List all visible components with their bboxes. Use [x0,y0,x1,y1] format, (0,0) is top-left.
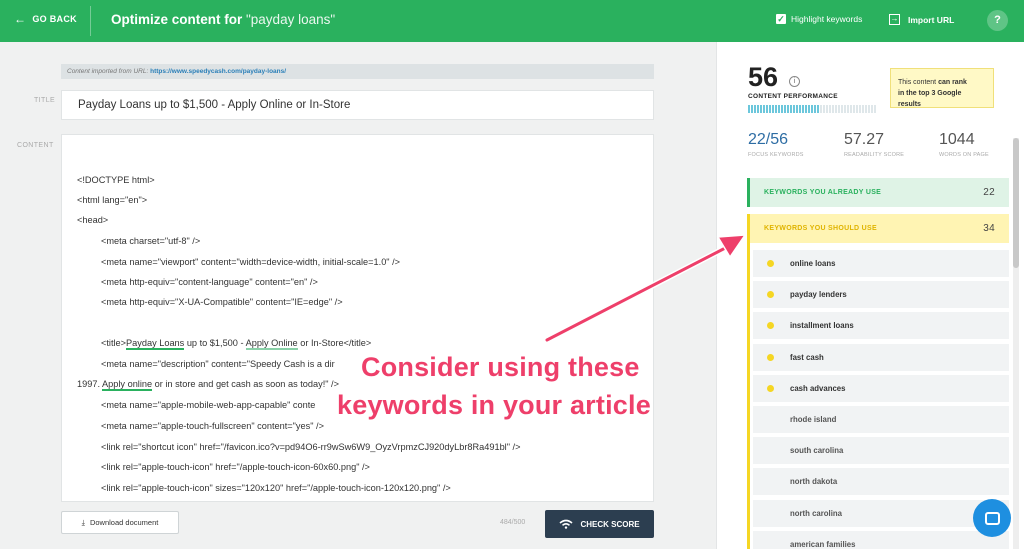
chat-bubble-icon [984,511,1000,525]
chat-button[interactable] [973,499,1011,537]
annotation-text-line2: keywords in your article [337,390,651,420]
annotation-arrow [544,234,747,343]
annotation-text-line1: Consider using these [361,352,640,382]
